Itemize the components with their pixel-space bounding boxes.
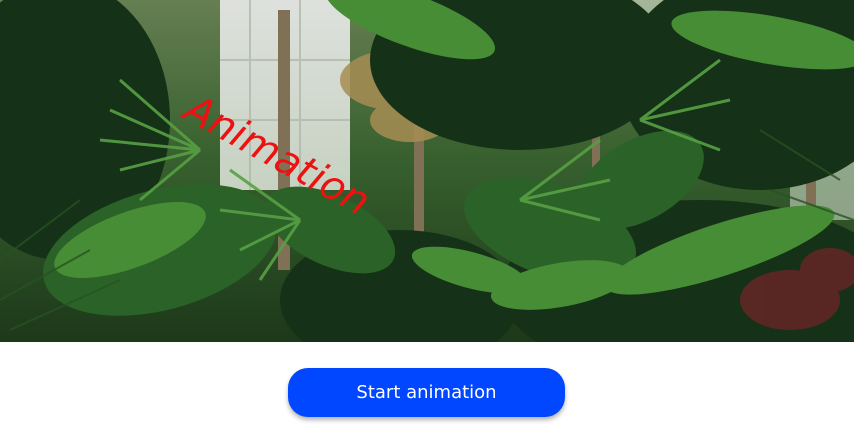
- app-screen: Animation Start animation: [0, 0, 854, 426]
- jungle-photo-illustration: [0, 0, 854, 342]
- jungle-photo: Animation: [0, 0, 854, 342]
- start-animation-button[interactable]: Start animation: [288, 368, 565, 417]
